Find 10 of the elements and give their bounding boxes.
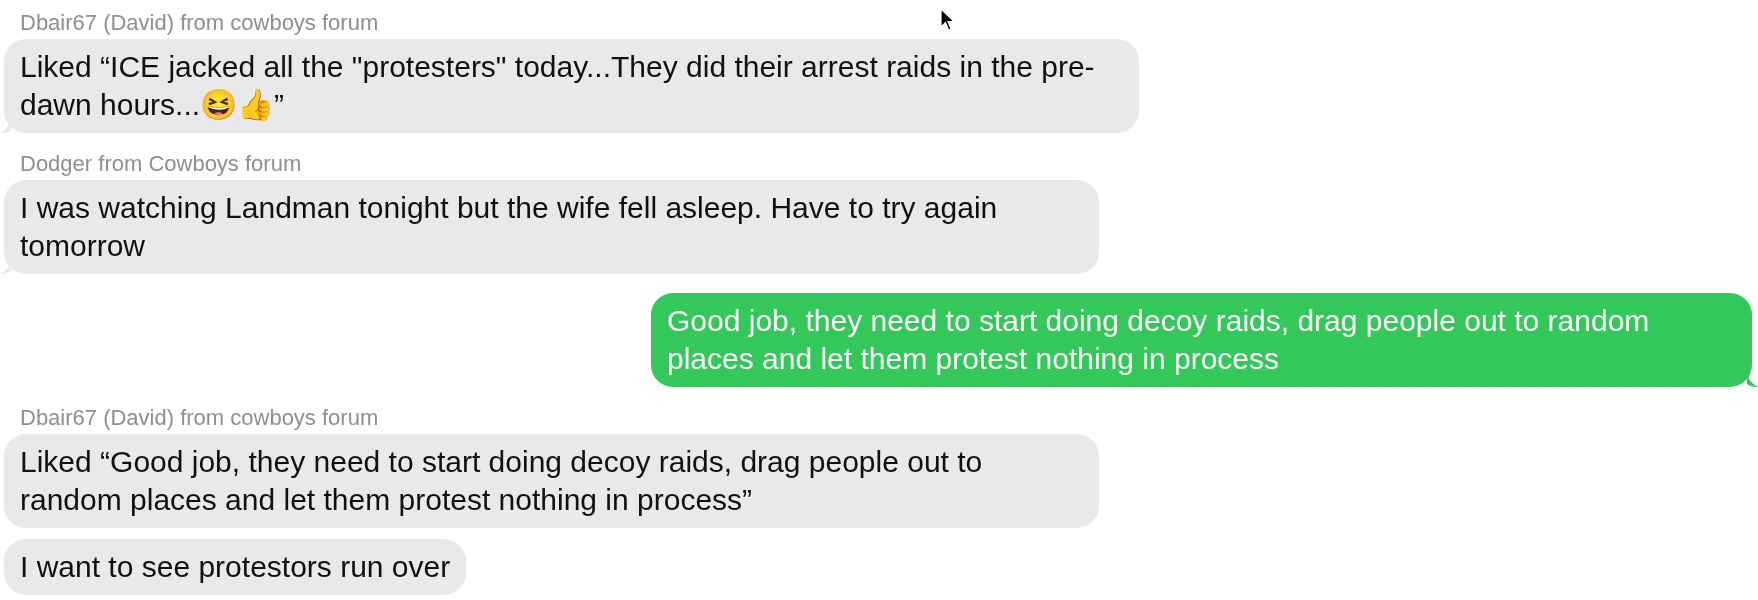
bubble-tail (1747, 373, 1758, 387)
cursor-icon (940, 8, 956, 32)
message-bubble: I was watching Landman tonight but the wife fell asleep. Have to try again tomorrow (4, 180, 1099, 274)
message-bubble: Liked “ICE jacked all the "protesters" today...They did their arrest raids in the pre-dawn hours...😆👍” (4, 39, 1139, 133)
sender-name: Dodger from Cowboys forum (20, 151, 302, 177)
message-bubble: Liked “Good job, they need to start doing decoy raids, drag people out to random places and let them protest nothing in process” (4, 434, 1099, 528)
message-bubble: Good job, they need to start doing decoy raids, drag people out to random places and let them protest nothing in process (651, 293, 1752, 387)
sender-name: Dbair67 (David) from cowboys forum (20, 405, 379, 431)
message-bubble: I want to see protestors run over (4, 539, 467, 595)
sender-name: Dbair67 (David) from cowboys forum (20, 10, 379, 36)
